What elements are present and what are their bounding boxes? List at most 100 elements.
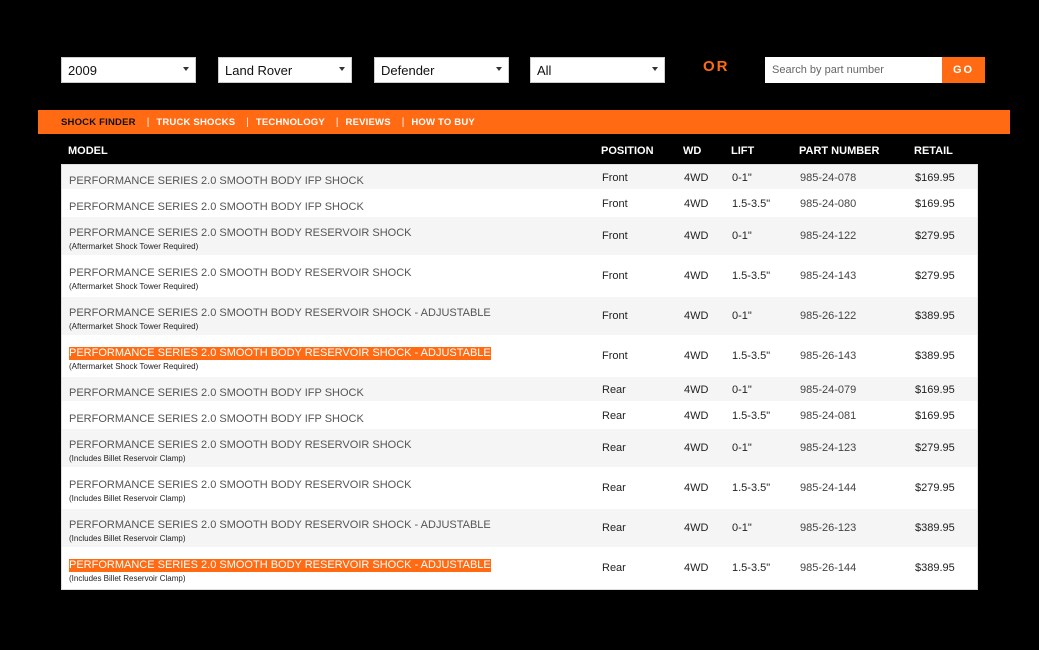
model-name-link[interactable]: PERFORMANCE SERIES 2.0 SMOOTH BODY RESER… [69, 267, 412, 280]
model-cell: PERFORMANCE SERIES 2.0 SMOOTH BODY IFP S… [69, 197, 364, 215]
nav-separator: | [335, 116, 339, 128]
make-select[interactable]: Land Rover [218, 57, 352, 83]
part-number-cell: 985-24-122 [800, 230, 857, 242]
table-row[interactable]: PERFORMANCE SERIES 2.0 SMOOTH BODY RESER… [62, 337, 977, 377]
model-name-link[interactable]: PERFORMANCE SERIES 2.0 SMOOTH BODY RESER… [69, 519, 491, 532]
model-name-link[interactable]: PERFORMANCE SERIES 2.0 SMOOTH BODY RESER… [69, 227, 412, 240]
retail-price-cell: $389.95 [915, 562, 955, 574]
wd-cell: 4WD [684, 270, 709, 282]
model-name-link[interactable]: PERFORMANCE SERIES 2.0 SMOOTH BODY RESER… [69, 439, 412, 452]
model-cell: PERFORMANCE SERIES 2.0 SMOOTH BODY IFP S… [69, 383, 364, 401]
part-number-cell: 985-24-080 [800, 198, 857, 210]
table-row[interactable]: PERFORMANCE SERIES 2.0 SMOOTH BODY IFP S… [62, 377, 977, 403]
model-cell: PERFORMANCE SERIES 2.0 SMOOTH BODY RESER… [69, 435, 412, 463]
lift-cell: 1.5-3.5" [732, 482, 771, 494]
submodel-select-value: All [537, 62, 552, 78]
nav-separator: | [246, 116, 249, 128]
retail-price-cell: $169.95 [915, 198, 955, 210]
header-model: MODEL [68, 145, 108, 157]
wd-cell: 4WD [684, 350, 709, 362]
position-cell: Rear [602, 410, 626, 422]
table-header: MODEL POSITION WD LIFT PART NUMBER RETAI… [61, 140, 978, 164]
year-select-value: 2009 [68, 62, 97, 78]
lift-cell: 1.5-3.5" [732, 562, 771, 574]
retail-price-cell: $279.95 [915, 482, 955, 494]
make-select-value: Land Rover [225, 62, 293, 78]
model-cell: PERFORMANCE SERIES 2.0 SMOOTH BODY RESER… [69, 343, 491, 371]
lift-cell: 0-1" [732, 310, 752, 322]
model-note: (Aftermarket Shock Tower Required) [69, 242, 199, 251]
model-note: (Aftermarket Shock Tower Required) [69, 362, 199, 371]
part-number-cell: 985-26-123 [800, 522, 857, 534]
nav-item-shock-finder[interactable]: SHOCK FINDER [61, 117, 136, 128]
model-cell: PERFORMANCE SERIES 2.0 SMOOTH BODY RESER… [69, 263, 412, 291]
header-position: POSITION [601, 145, 654, 157]
part-number-cell: 985-24-078 [800, 172, 857, 184]
lift-cell: 0-1" [732, 522, 752, 534]
model-cell: PERFORMANCE SERIES 2.0 SMOOTH BODY RESER… [69, 555, 491, 583]
position-cell: Rear [602, 482, 626, 494]
lift-cell: 1.5-3.5" [732, 350, 771, 362]
table-row[interactable]: PERFORMANCE SERIES 2.0 SMOOTH BODY RESER… [62, 217, 977, 257]
submodel-select[interactable]: All [530, 57, 665, 83]
model-name-link[interactable]: PERFORMANCE SERIES 2.0 SMOOTH BODY IFP S… [69, 387, 364, 400]
lift-cell: 0-1" [732, 172, 752, 184]
chevron-down-icon [183, 67, 189, 71]
model-note: (Aftermarket Shock Tower Required) [69, 282, 199, 291]
retail-price-cell: $389.95 [915, 522, 955, 534]
nav-item-technology[interactable]: TECHNOLOGY [256, 117, 325, 128]
table-row[interactable]: PERFORMANCE SERIES 2.0 SMOOTH BODY RESER… [62, 549, 977, 589]
wd-cell: 4WD [684, 172, 709, 184]
wd-cell: 4WD [684, 562, 709, 574]
part-number-cell: 985-24-081 [800, 410, 857, 422]
chevron-down-icon [496, 67, 502, 71]
go-button[interactable]: GO [942, 57, 985, 83]
table-row[interactable]: PERFORMANCE SERIES 2.0 SMOOTH BODY RESER… [62, 469, 977, 509]
model-note: (Aftermarket Shock Tower Required) [69, 322, 199, 331]
model-name-link[interactable]: PERFORMANCE SERIES 2.0 SMOOTH BODY IFP S… [69, 175, 364, 188]
model-name-link[interactable]: PERFORMANCE SERIES 2.0 SMOOTH BODY RESER… [69, 559, 491, 572]
nav-item-truck-shocks[interactable]: TRUCK SHOCKS [156, 117, 235, 128]
position-cell: Front [602, 270, 628, 282]
position-cell: Front [602, 172, 628, 184]
wd-cell: 4WD [684, 230, 709, 242]
lift-cell: 1.5-3.5" [732, 410, 771, 422]
header-retail: RETAIL [914, 145, 953, 157]
retail-price-cell: $279.95 [915, 270, 955, 282]
model-name-link[interactable]: PERFORMANCE SERIES 2.0 SMOOTH BODY RESER… [69, 347, 491, 360]
table-row[interactable]: PERFORMANCE SERIES 2.0 SMOOTH BODY RESER… [62, 257, 977, 297]
part-number-search-input[interactable] [765, 57, 943, 83]
model-note: (Includes Billet Reservoir Clamp) [69, 494, 186, 503]
table-row[interactable]: PERFORMANCE SERIES 2.0 SMOOTH BODY IFP S… [62, 165, 977, 191]
lift-cell: 1.5-3.5" [732, 198, 771, 210]
wd-cell: 4WD [684, 384, 709, 396]
model-name-link[interactable]: PERFORMANCE SERIES 2.0 SMOOTH BODY RESER… [69, 479, 412, 492]
nav-separator: | [146, 116, 150, 128]
model-name-link[interactable]: PERFORMANCE SERIES 2.0 SMOOTH BODY RESER… [69, 307, 491, 320]
table-row[interactable]: PERFORMANCE SERIES 2.0 SMOOTH BODY IFP S… [62, 403, 977, 429]
nav-item-how-to-buy[interactable]: HOW TO BUY [411, 117, 475, 128]
model-cell: PERFORMANCE SERIES 2.0 SMOOTH BODY RESER… [69, 475, 412, 503]
wd-cell: 4WD [684, 522, 709, 534]
model-name-link[interactable]: PERFORMANCE SERIES 2.0 SMOOTH BODY IFP S… [69, 201, 364, 214]
table-row[interactable]: PERFORMANCE SERIES 2.0 SMOOTH BODY RESER… [62, 429, 977, 469]
model-note: (Includes Billet Reservoir Clamp) [69, 454, 186, 463]
position-cell: Rear [602, 384, 626, 396]
year-select[interactable]: 2009 [61, 57, 196, 83]
model-select-value: Defender [381, 62, 435, 78]
model-cell: PERFORMANCE SERIES 2.0 SMOOTH BODY IFP S… [69, 409, 364, 427]
table-row[interactable]: PERFORMANCE SERIES 2.0 SMOOTH BODY RESER… [62, 297, 977, 337]
or-label: OR [703, 58, 730, 75]
table-row[interactable]: PERFORMANCE SERIES 2.0 SMOOTH BODY RESER… [62, 509, 977, 549]
nav-item-reviews[interactable]: REVIEWS [346, 117, 391, 128]
wd-cell: 4WD [684, 310, 709, 322]
header-lift: LIFT [731, 145, 755, 157]
model-name-link[interactable]: PERFORMANCE SERIES 2.0 SMOOTH BODY IFP S… [69, 413, 364, 426]
model-select[interactable]: Defender [374, 57, 509, 83]
position-cell: Front [602, 198, 628, 210]
model-cell: PERFORMANCE SERIES 2.0 SMOOTH BODY RESER… [69, 303, 491, 331]
table-row[interactable]: PERFORMANCE SERIES 2.0 SMOOTH BODY IFP S… [62, 191, 977, 217]
position-cell: Rear [602, 522, 626, 534]
retail-price-cell: $169.95 [915, 172, 955, 184]
position-cell: Front [602, 310, 628, 322]
